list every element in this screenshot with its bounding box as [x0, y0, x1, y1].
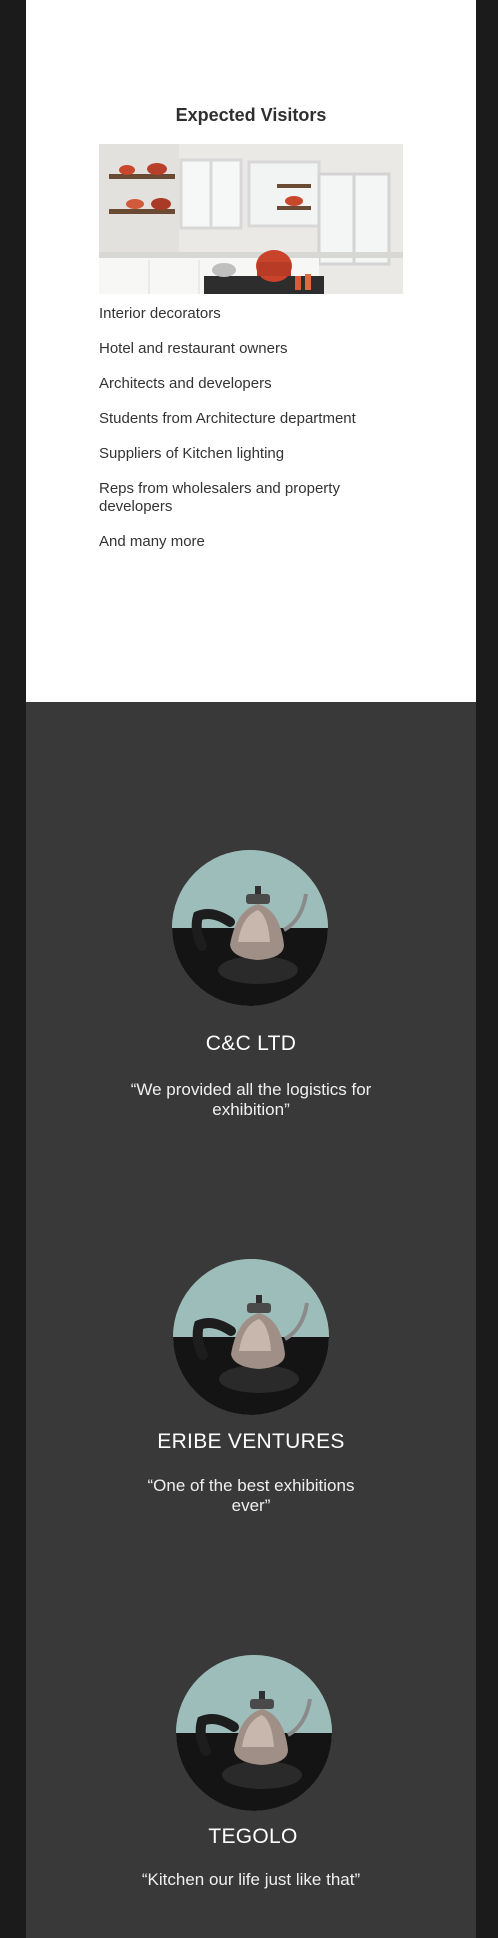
list-item: Students from Architecture department	[99, 410, 356, 427]
page: Expected Visitors Interior decorators Ho…	[0, 0, 498, 1938]
kitchen-photo	[99, 144, 403, 294]
company-name: TEGOLO	[208, 1825, 298, 1848]
visitor-list: Interior decorators Hotel and restaurant…	[99, 305, 399, 568]
testimonial-quote: “Kitchen our life just like that”	[141, 1870, 361, 1889]
list-item: Interior decorators	[99, 305, 221, 322]
list-item: Architects and developers	[99, 375, 272, 392]
company-name: C&C LTD	[205, 1032, 297, 1055]
kettle-avatar	[176, 1655, 332, 1811]
list-item: Hotel and restaurant owners	[99, 340, 288, 357]
testimonial-quote: “We provided all the logistics for exhib…	[130, 1080, 372, 1119]
kettle-avatar	[172, 850, 328, 1006]
company-name: ERIBE VENTURES	[157, 1430, 345, 1453]
list-item: Suppliers of Kitchen lighting	[99, 445, 285, 462]
list-item: And many more	[99, 533, 205, 550]
kettle-avatar	[173, 1259, 329, 1415]
section-title: Expected Visitors	[175, 105, 327, 125]
list-item: Reps from wholesalers and property devel…	[99, 480, 340, 515]
testimonial-quote: “One of the best exhibitions ever”	[147, 1476, 355, 1515]
expected-visitors-section: Expected Visitors Interior decorators Ho…	[26, 0, 476, 702]
testimonials-section: C&C LTD “We provided all the logistics f…	[26, 702, 476, 1938]
